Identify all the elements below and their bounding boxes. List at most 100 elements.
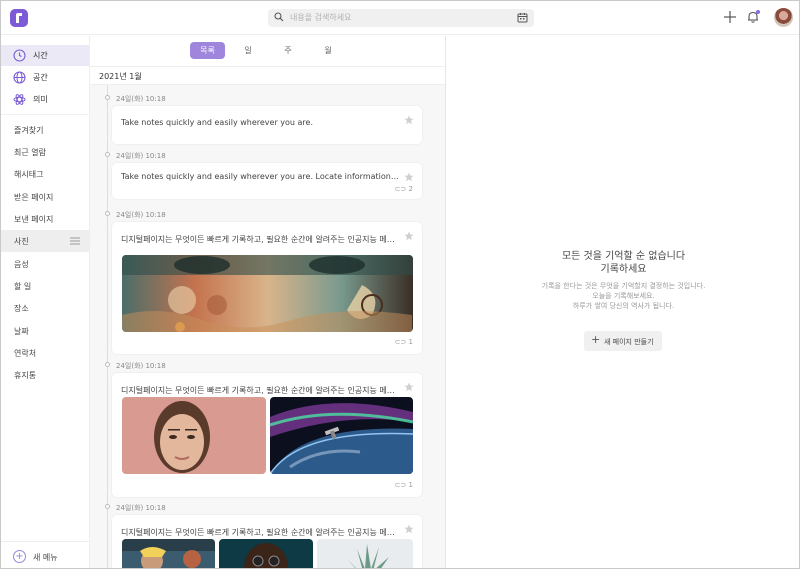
entry-date: 24일(화) 10:18 — [116, 211, 166, 219]
sidebar-item-received[interactable]: 받은 페이지 — [1, 186, 89, 208]
note-card[interactable]: Take notes quickly and easily wherever y… — [112, 106, 422, 144]
sidebar-item-label: 장소 — [14, 304, 29, 313]
star-icon[interactable] — [404, 172, 414, 182]
empty-title-sub: 기록하세요 — [600, 264, 647, 275]
sidebar-item-contacts[interactable]: 연락처 — [1, 342, 89, 364]
note-card[interactable]: 디지털페이지는 무엇이든 빠르게 기록하고, 필요한 순간에 알려주는 인공지능… — [112, 222, 422, 354]
note-image-space[interactable] — [270, 397, 413, 474]
sidebar-item-label: 시간 — [33, 51, 48, 60]
globe-icon — [13, 71, 26, 84]
link-count-value: 1 — [408, 338, 413, 346]
note-image-painting[interactable] — [122, 255, 413, 332]
timeline-panel: 목록 일 주 월 2021년 1월 24일(화) 10:18 Take note… — [90, 36, 446, 568]
sidebar-item-label: 할 일 — [14, 282, 32, 291]
star-icon[interactable] — [404, 524, 414, 534]
note-image-2[interactable] — [219, 539, 313, 568]
note-text: 디지털페이지는 무엇이든 빠르게 기록하고, 필요한 순간에 알려주는 인공지능… — [121, 528, 401, 537]
calendar-icon[interactable] — [517, 12, 528, 23]
detail-panel: 모든 것을 기억할 순 없습니다 기록하세요 기록을 한다는 것은 무엇을 기억… — [447, 36, 799, 568]
sidebar-item-label: 즐겨찾기 — [14, 126, 44, 135]
sidebar-item-meaning[interactable]: 의미 — [1, 89, 89, 110]
timeline-dot — [105, 211, 110, 216]
app-logo-icon[interactable] — [10, 9, 28, 27]
sidebar-item-time[interactable]: 시간 — [1, 45, 89, 66]
link-count: ⊂⊃ 1 — [395, 481, 413, 489]
sidebar-divider — [1, 114, 89, 115]
top-bar: 내용을 검색하세요 — [1, 1, 799, 35]
sidebar-item-label: 받은 페이지 — [14, 193, 54, 202]
plus-icon[interactable] — [723, 10, 737, 24]
atom-icon — [13, 94, 26, 105]
empty-description-line: 기록을 한다는 것은 무엇을 기억할지 결정하는 것입니다. — [541, 282, 706, 290]
star-icon[interactable] — [404, 115, 414, 125]
sidebar-item-voice[interactable]: 음성 — [1, 253, 89, 275]
timeline-dot — [105, 95, 110, 100]
month-label: 2021년 1월 — [99, 72, 142, 81]
note-card[interactable]: 디지털페이지는 무엇이든 빠르게 기록하고, 필요한 순간에 알려주는 인공지능… — [112, 515, 422, 568]
sidebar-item-label: 음성 — [14, 260, 29, 269]
empty-description-line: 하루가 쌓여 당신의 역사가 됩니다. — [572, 302, 675, 310]
tab-month[interactable]: 월 — [320, 42, 336, 59]
entry-date: 24일(화) 10:18 — [116, 95, 166, 103]
note-image-3[interactable] — [317, 539, 413, 568]
link-icon: ⊂⊃ — [394, 338, 409, 346]
link-count-value: 1 — [408, 481, 413, 489]
app-window: 내용을 검색하세요 시간 공간 의미 즐겨찾기 최근 열람 해시태그 받은 페이… — [0, 0, 800, 569]
sidebar-item-dates[interactable]: 날짜 — [1, 320, 89, 342]
search-input[interactable]: 내용을 검색하세요 — [290, 12, 351, 23]
sidebar-item-hashtags[interactable]: 해시태그 — [1, 163, 89, 185]
tab-day[interactable]: 일 — [240, 42, 256, 59]
search-bar[interactable]: 내용을 검색하세요 — [268, 9, 534, 27]
empty-description-line: 오늘을 기록해보세요. — [592, 292, 655, 300]
sidebar-item-favorites[interactable]: 즐겨찾기 — [1, 119, 89, 141]
sidebar-item-todo[interactable]: 할 일 — [1, 275, 89, 297]
timeline-dot — [105, 152, 110, 157]
sidebar: 시간 공간 의미 즐겨찾기 최근 열람 해시태그 받은 페이지 보낸 페이지 사… — [1, 36, 90, 568]
plus-icon: + — [591, 333, 601, 346]
star-icon[interactable] — [404, 231, 414, 241]
sidebar-item-trash[interactable]: 휴지통 — [1, 364, 89, 386]
sidebar-item-label: 사진 — [14, 237, 29, 246]
notification-badge — [756, 10, 760, 14]
sidebar-item-photos[interactable]: 사진 — [1, 230, 89, 252]
note-card[interactable]: 디지털페이지는 무엇이든 빠르게 기록하고, 필요한 순간에 알려주는 인공지능… — [112, 373, 422, 497]
link-icon: ⊂⊃ — [394, 185, 409, 193]
entry-date: 24일(화) 10:18 — [116, 504, 166, 512]
link-count-value: 2 — [408, 185, 413, 193]
new-page-button[interactable]: + 새 페이지 만들기 — [584, 331, 662, 351]
search-icon — [274, 12, 284, 22]
sidebar-item-label: 공간 — [33, 73, 48, 82]
sidebar-item-recent[interactable]: 최근 열람 — [1, 141, 89, 163]
timeline-line — [107, 85, 108, 568]
drag-handle-icon[interactable] — [70, 237, 80, 245]
view-tabs: 목록 일 주 월 — [90, 36, 445, 66]
clock-icon — [13, 49, 26, 62]
avatar[interactable] — [774, 8, 793, 27]
sidebar-item-label: 최근 열람 — [14, 148, 46, 157]
new-menu-button[interactable]: + 새 메뉴 — [1, 541, 89, 568]
sidebar-item-label: 연락처 — [14, 349, 37, 358]
star-icon[interactable] — [404, 382, 414, 392]
month-header: 2021년 1월 — [90, 66, 445, 85]
plus-circle-icon: + — [13, 550, 26, 563]
note-image-1[interactable] — [122, 539, 215, 568]
sidebar-item-label: 해시태그 — [14, 170, 44, 179]
link-count: ⊂⊃ 2 — [395, 185, 413, 193]
sidebar-item-sent[interactable]: 보낸 페이지 — [1, 208, 89, 230]
new-page-label: 새 페이지 만들기 — [604, 338, 654, 346]
entry-date: 24일(화) 10:18 — [116, 362, 166, 370]
note-text: Take notes quickly and easily wherever y… — [121, 118, 314, 127]
sidebar-item-label: 날짜 — [14, 327, 29, 336]
link-icon: ⊂⊃ — [394, 481, 409, 489]
note-text: Take notes quickly and easily wherever y… — [121, 172, 401, 181]
entry-date: 24일(화) 10:18 — [116, 152, 166, 160]
note-card[interactable]: Take notes quickly and easily wherever y… — [112, 163, 422, 199]
tab-week[interactable]: 주 — [280, 42, 296, 59]
tab-list[interactable]: 목록 — [190, 42, 225, 59]
note-text: 디지털페이지는 무엇이든 빠르게 기록하고, 필요한 순간에 알려주는 인공지능… — [121, 386, 401, 395]
link-count: ⊂⊃ 1 — [395, 338, 413, 346]
note-image-portrait[interactable] — [122, 397, 266, 474]
sidebar-item-places[interactable]: 장소 — [1, 297, 89, 319]
note-text: 디지털페이지는 무엇이든 빠르게 기록하고, 필요한 순간에 알려주는 인공지능… — [121, 235, 401, 244]
sidebar-item-space[interactable]: 공간 — [1, 67, 89, 88]
